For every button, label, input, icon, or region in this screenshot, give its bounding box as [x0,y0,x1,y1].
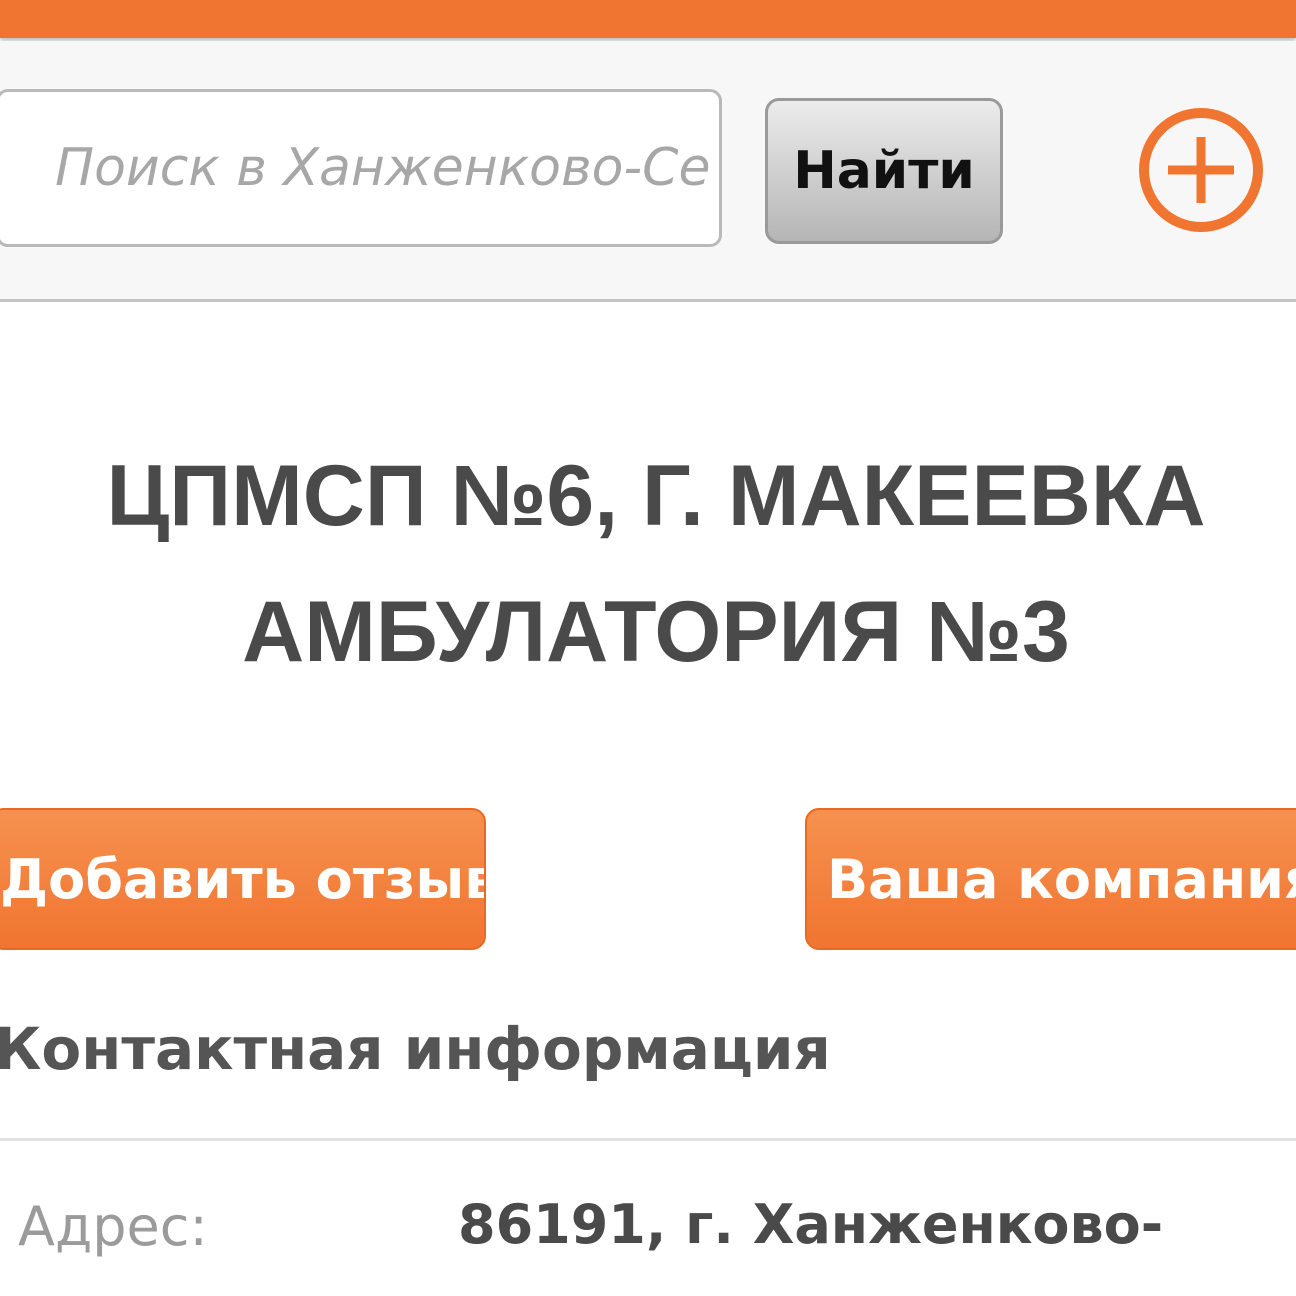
address-value: 86191, г. Ханженково- [458,1193,1164,1256]
page-title: ЦПМСП №6, Г. МАКЕЕВКА АМБУЛАТОРИЯ №3 [0,428,1296,700]
your-company-button[interactable]: Ваша компания? [805,808,1296,950]
contacts-heading: Контактная информация [0,1015,831,1083]
address-label: Адрес: [18,1195,208,1258]
top-accent-bar [0,0,1296,38]
search-input[interactable] [0,89,722,247]
search-bar: Найти [0,41,1296,302]
divider [0,1138,1296,1141]
title-line-2: АМБУЛАТОРИЯ №3 [242,584,1070,680]
add-review-button[interactable]: Добавить отзыв [0,808,486,950]
search-button[interactable]: Найти [765,98,1003,244]
title-line-1: ЦПМСП №6, Г. МАКЕЕВКА [106,448,1206,544]
plus-circle-icon[interactable] [1134,103,1268,237]
